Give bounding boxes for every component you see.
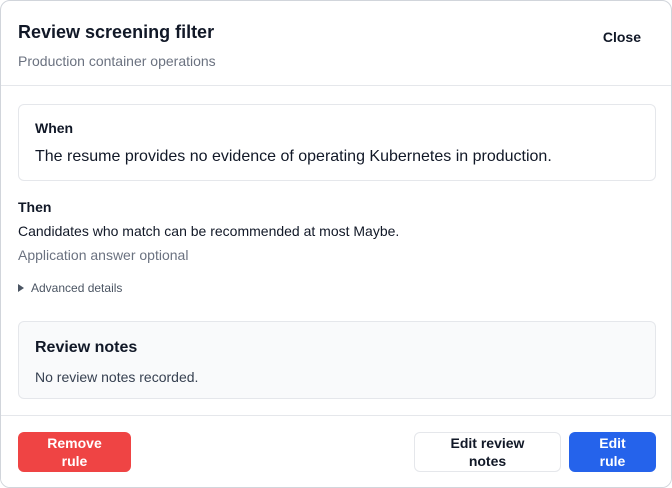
triangle-right-icon bbox=[18, 284, 24, 292]
when-label: When bbox=[35, 120, 74, 136]
remove-rule-button[interactable]: Remove rule bbox=[18, 432, 131, 472]
advanced-details-label: Advanced details bbox=[31, 281, 123, 295]
dialog-subtitle: Production container operations bbox=[18, 53, 216, 69]
review-notes-title: Review notes bbox=[35, 339, 138, 356]
then-outcome-note: Application answer optional bbox=[18, 247, 189, 263]
review-notes-text: No review notes recorded. bbox=[35, 369, 199, 385]
review-notes-panel: Review notes No review notes recorded. bbox=[18, 321, 656, 399]
when-condition-text: The resume provides no evidence of opera… bbox=[35, 148, 552, 165]
dialog-header: Review screening filter Production conta… bbox=[1, 1, 671, 86]
review-filter-dialog: Review screening filter Production conta… bbox=[0, 0, 672, 488]
advanced-details-toggle[interactable]: Advanced details bbox=[18, 280, 122, 296]
then-outcome-text: Candidates who match can be recommended … bbox=[18, 223, 400, 239]
when-condition-card: When The resume provides no evidence of … bbox=[18, 104, 656, 181]
dialog-footer: Remove rule Edit review notes Edit rule bbox=[1, 415, 671, 487]
edit-review-notes-button[interactable]: Edit review notes bbox=[414, 432, 561, 472]
close-button[interactable]: Close bbox=[603, 28, 641, 46]
then-label: Then bbox=[18, 199, 52, 215]
dialog-title: Review screening filter bbox=[18, 22, 215, 42]
edit-rule-button[interactable]: Edit rule bbox=[569, 432, 656, 472]
